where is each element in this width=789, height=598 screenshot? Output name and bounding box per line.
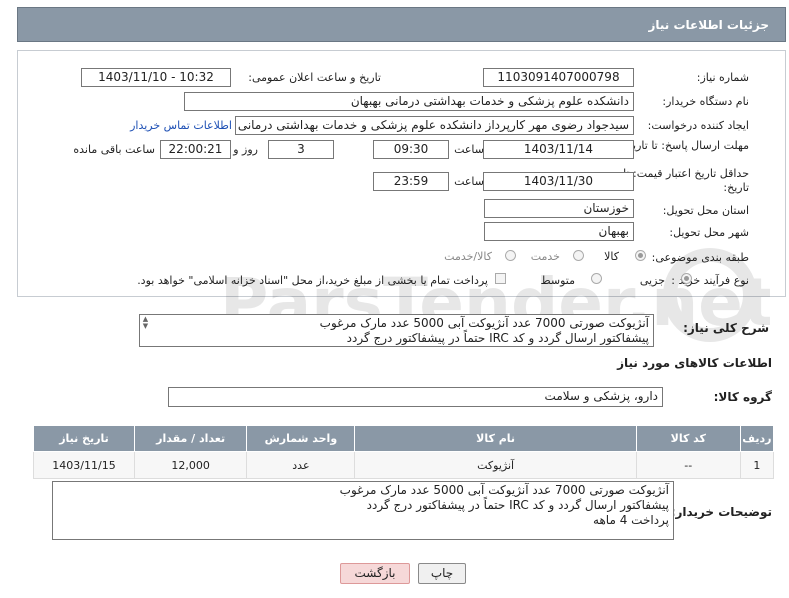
requester-field: سیدجواد رضوی مهر کارپرداز دانشکده علوم پ… (235, 116, 634, 135)
goods-table: ردیف کد کالا نام کالا واحد شمارش تعداد /… (32, 425, 775, 479)
category-radio-service[interactable] (573, 250, 584, 261)
col-need-date: تاریخ نیاز (32, 425, 136, 452)
remaining-label: ساعت باقی مانده (73, 143, 155, 156)
goods-group-label: گروه کالا: (713, 390, 772, 404)
reply-deadline-label: مهلت ارسال پاسخ: تا تاریخ: (622, 139, 749, 152)
col-item-name: نام کالا (354, 425, 637, 452)
category-radio-goods[interactable] (635, 250, 646, 261)
process-radio-medium[interactable] (591, 273, 602, 284)
category-option-goods-service: کالا/خدمت (444, 250, 492, 263)
city-label: شهر محل تحویل: (669, 226, 749, 239)
goods-info-title: اطلاعات کالاهای مورد نیاز (617, 356, 772, 370)
reply-time-label: ساعت (454, 143, 484, 156)
announce-datetime-label: تاریخ و ساعت اعلان عمومی: (248, 71, 381, 84)
goods-group-field: دارو، پزشکی و سلامت (168, 387, 663, 407)
buyer-org-label: نام دستگاه خریدار: (662, 95, 749, 108)
cell-quantity: 12,000 (134, 451, 248, 479)
cell-item-name: آنژیوکت (354, 451, 637, 479)
col-item-code: کد کالا (635, 425, 741, 452)
buyer-notes-line-3: پرداخت 4 ماهه (593, 513, 669, 527)
need-summary-textarea[interactable]: آنژیوکت صورتی 7000 عدد آنژیوکت آبی 5000 … (139, 314, 654, 347)
treasury-note: پرداخت تمام یا بخشی از مبلغ خرید،از محل … (137, 274, 488, 287)
category-option-goods: کالا (604, 250, 619, 263)
province-label: استان محل تحویل: (662, 204, 749, 217)
cell-unit: عدد (246, 451, 356, 479)
need-summary-line-1: آنژیوکت صورتی 7000 عدد آنژیوکت آبی 5000 … (319, 316, 649, 330)
cell-item-code: -- (635, 451, 741, 479)
cell-need-date: 1403/11/15 (32, 451, 136, 479)
category-option-service: خدمت (530, 250, 560, 263)
category-radio-goods-service[interactable] (505, 250, 516, 261)
buyer-notes-textarea[interactable]: آنژیوکت صورتی 7000 عدد آنژیوکت آبی 5000 … (52, 481, 674, 540)
page-header: جزئیات اطلاعات نیاز (17, 7, 786, 42)
city-field: بهبهان (484, 222, 634, 241)
cell-row-number: 1 (739, 451, 775, 479)
price-validity-date: 1403/11/30 (483, 172, 634, 191)
remaining-time: 22:00:21 (160, 140, 231, 159)
process-option-minor: جزیی (639, 274, 665, 287)
category-label: طبقه بندی موضوعی: (651, 251, 749, 264)
need-summary-line-2: پیشفاکتور ارسال گردد و کد IRC حتماً در پ… (346, 331, 649, 345)
table-row: 1 -- آنژیوکت عدد 12,000 1403/11/15 (32, 451, 775, 479)
col-quantity: تعداد / مقدار (134, 425, 248, 452)
buyer-notes-label: توضیحات خریدار: (670, 505, 772, 519)
buyer-notes-line-2: پیشفاکتور ارسال گردد و کد IRC حتماً در پ… (366, 498, 669, 512)
table-header-row: ردیف کد کالا نام کالا واحد شمارش تعداد /… (32, 425, 775, 452)
page-title: جزئیات اطلاعات نیاز (648, 18, 769, 32)
process-option-medium: متوسط (540, 274, 575, 287)
need-number-field: 1103091407000798 (483, 68, 634, 87)
need-summary-label: شرح کلی نیاز: (683, 321, 769, 335)
announce-datetime-field: 1403/11/10 - 10:32 (81, 68, 231, 87)
textarea-scrollbar[interactable]: ▲ ▼ (141, 316, 150, 345)
treasury-checkbox[interactable] (495, 273, 506, 284)
requester-label: ایجاد کننده درخواست: (647, 119, 749, 132)
validity-time-label: ساعت (454, 175, 484, 188)
process-radio-minor[interactable] (681, 273, 692, 284)
reply-deadline-time: 09:30 (373, 140, 449, 159)
col-unit: واحد شمارش (246, 425, 356, 452)
print-button[interactable]: چاپ (418, 563, 466, 584)
province-field: خوزستان (484, 199, 634, 218)
back-button[interactable]: بازگشت (340, 563, 410, 584)
col-row-number: ردیف (739, 425, 775, 452)
buyer-org-field: دانشکده علوم پزشکی و خدمات بهداشتی درمان… (184, 92, 634, 111)
reply-days-remaining: 3 (268, 140, 334, 159)
reply-deadline-date: 1403/11/14 (483, 140, 634, 159)
price-validity-time: 23:59 (373, 172, 449, 191)
buyer-notes-line-1: آنژیوکت صورتی 7000 عدد آنژیوکت آبی 5000 … (339, 483, 669, 497)
buyer-contact-link[interactable]: اطلاعات تماس خریدار (130, 119, 232, 132)
scroll-down-icon[interactable]: ▼ (141, 323, 150, 330)
need-number-label: شماره نیاز: (696, 71, 749, 84)
days-label: روز و (233, 143, 258, 156)
